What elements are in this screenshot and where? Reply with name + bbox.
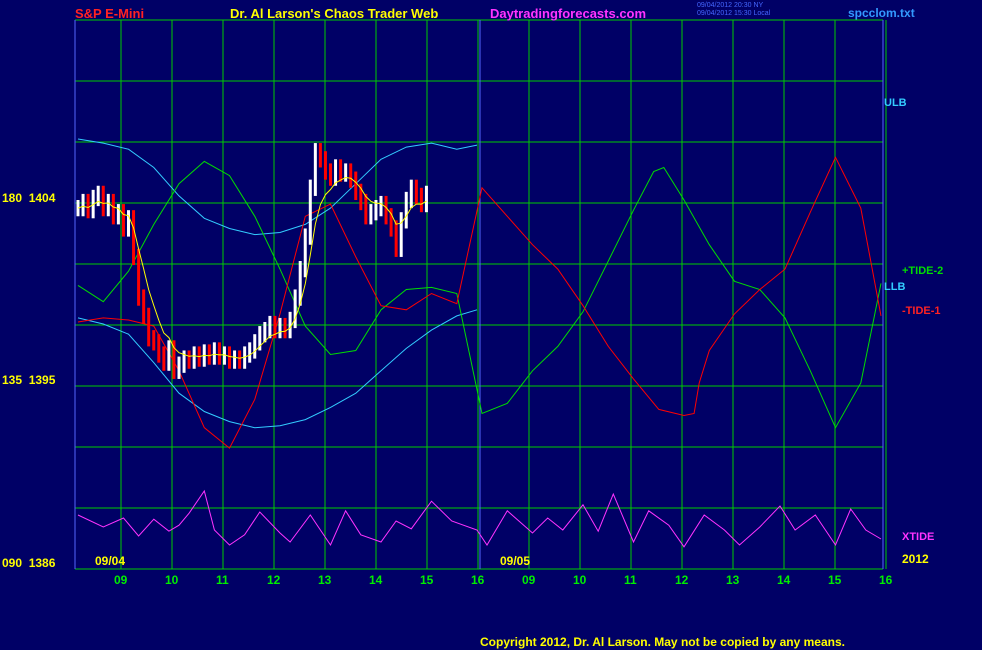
timestamp-ny: 09/04/2012 20:30 NY <box>697 2 764 9</box>
x-tick-label: 14 <box>369 573 383 587</box>
series-label-tide2: +TIDE-2 <box>902 265 944 277</box>
y-label-bottom: 090 1386 <box>2 556 56 570</box>
x-tick-label: 11 <box>624 573 637 587</box>
series-label-llb: LLB <box>884 281 906 293</box>
x-tick-label: 16 <box>471 573 485 587</box>
x-tick-label: 09 <box>114 573 128 587</box>
date-label-day2: 09/05 <box>500 554 531 568</box>
chart-title: S&P E-Mini <box>75 6 145 21</box>
y-label-top: 180 1404 <box>2 191 56 205</box>
x-tick-label: 11 <box>216 573 229 587</box>
series-label-xtide: XTIDE <box>902 531 935 543</box>
x-tick-label: 15 <box>828 573 842 587</box>
chart-subtitle: Dr. Al Larson's Chaos Trader Web <box>230 6 439 21</box>
y-label-mid: 135 1395 <box>2 373 56 387</box>
timestamp-local: 09/04/2012 15:30 Local <box>697 10 771 17</box>
x-tick-label: 13 <box>318 573 332 587</box>
x-tick-label: 10 <box>573 573 587 587</box>
series-label-ulb: ULB <box>884 97 907 109</box>
x-tick-label: 15 <box>420 573 434 587</box>
x-tick-label: 12 <box>675 573 689 587</box>
series-label-tide1: -TIDE-1 <box>902 305 941 317</box>
date-label-day1: 09/04 <box>95 554 126 568</box>
data-file-name: spcclom.txt <box>848 6 915 20</box>
chart-canvas <box>0 0 982 650</box>
year-label: 2012 <box>902 552 929 566</box>
x-tick-label: 10 <box>165 573 179 587</box>
x-tick-label: 14 <box>777 573 791 587</box>
copyright-text: Copyright 2012, Dr. Al Larson. May not b… <box>480 635 845 649</box>
x-tick-label: 12 <box>267 573 281 587</box>
x-tick-label: 09 <box>522 573 536 587</box>
site-link[interactable]: Daytradingforecasts.com <box>490 6 646 21</box>
x-tick-label: 16 <box>879 573 893 587</box>
x-tick-label: 13 <box>726 573 740 587</box>
